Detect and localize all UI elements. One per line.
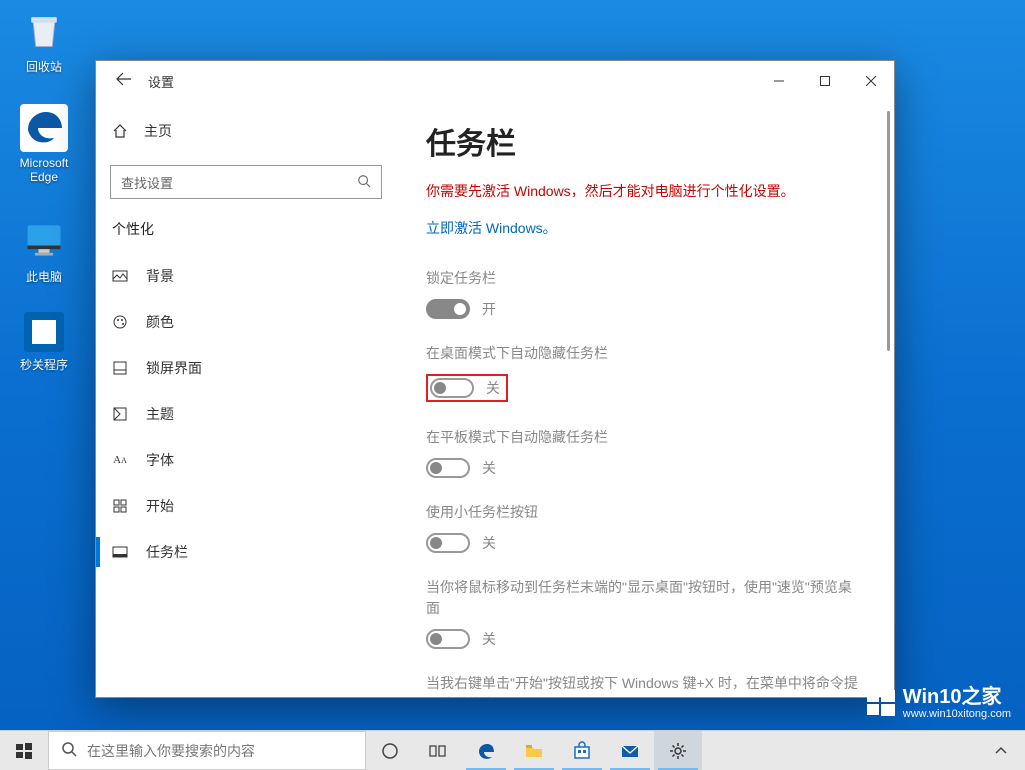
nav-label: 主题 — [146, 404, 174, 424]
toggle-state: 开 — [482, 299, 496, 319]
font-icon: AA — [112, 452, 128, 468]
search-icon — [61, 741, 77, 760]
start-button[interactable] — [0, 731, 48, 770]
desktop-icon-label: 秒关程序 — [6, 356, 82, 373]
nav-font[interactable]: AA 字体 — [96, 437, 396, 483]
cortana-button[interactable] — [366, 731, 414, 770]
setting-peek: 当你将鼠标移动到任务栏末端的"显示桌面"按钮时，使用"速览"预览桌面 关 — [426, 577, 864, 649]
palette-icon — [112, 314, 128, 330]
search-placeholder: 查找设置 — [121, 173, 173, 192]
nav-label: 颜色 — [146, 312, 174, 332]
start-icon — [112, 498, 128, 514]
nav-label: 任务栏 — [146, 542, 188, 562]
desktop-icon-label: 此电脑 — [6, 268, 82, 285]
sidebar: 主页 查找设置 个性化 背景 颜色 锁屏界面 — [96, 101, 396, 697]
setting-powershell: 当我右键单击"开始"按钮或按下 Windows 键+X 时，在菜单中将命令提示符… — [426, 673, 864, 697]
setting-label: 使用小任务栏按钮 — [426, 502, 864, 523]
toggle-lock-taskbar[interactable] — [426, 299, 470, 319]
back-button[interactable] — [108, 71, 140, 92]
close-button[interactable] — [848, 61, 894, 101]
taskbar-search-placeholder: 在这里输入你要搜索的内容 — [87, 741, 255, 761]
desktop-icon-label: 回收站 — [6, 58, 82, 75]
lockscreen-icon — [112, 360, 128, 376]
taskbar-app-explorer[interactable] — [510, 731, 558, 770]
nav-theme[interactable]: 主题 — [96, 391, 396, 437]
desktop-icon-edge[interactable]: Microsoft Edge — [6, 104, 82, 184]
nav-label: 字体 — [146, 450, 174, 470]
toggle-state: 关 — [482, 533, 496, 553]
search-icon — [357, 174, 371, 191]
toggle-autohide-desktop[interactable] — [430, 378, 474, 398]
maximize-button[interactable] — [802, 61, 848, 101]
toggle-state: 关 — [486, 378, 500, 398]
theme-icon — [112, 406, 128, 422]
toggle-autohide-tablet[interactable] — [426, 458, 470, 478]
window-title: 设置 — [140, 72, 174, 91]
recycle-bin-icon — [20, 6, 68, 54]
titlebar: 设置 — [96, 61, 894, 101]
setting-small-buttons: 使用小任务栏按钮 关 — [426, 502, 864, 553]
home-label: 主页 — [144, 121, 172, 141]
main-panel: 任务栏 你需要先激活 Windows，然后才能对电脑进行个性化设置。 立即激活 … — [396, 101, 894, 697]
taskbar-app-edge[interactable] — [462, 731, 510, 770]
toggle-peek[interactable] — [426, 629, 470, 649]
search-input[interactable]: 查找设置 — [110, 165, 382, 199]
setting-label: 锁定任务栏 — [426, 268, 864, 289]
setting-autohide-tablet: 在平板模式下自动隐藏任务栏 关 — [426, 427, 864, 478]
setting-label: 在桌面模式下自动隐藏任务栏 — [426, 343, 864, 364]
desktop: 回收站 Microsoft Edge 此电脑 秒关程序 设置 — [0, 0, 1025, 770]
watermark-suffix: 之家 — [962, 686, 1002, 708]
watermark-brand: Win10 — [903, 686, 962, 708]
highlight-annotation: 关 — [426, 374, 508, 402]
nav-lockscreen[interactable]: 锁屏界面 — [96, 345, 396, 391]
monitor-icon — [20, 216, 68, 264]
nav-color[interactable]: 颜色 — [96, 299, 396, 345]
setting-label: 当我右键单击"开始"按钮或按下 Windows 键+X 时，在菜单中将命令提示符… — [426, 673, 864, 697]
nav-label: 开始 — [146, 496, 174, 516]
nav-start[interactable]: 开始 — [96, 483, 396, 529]
nav-taskbar[interactable]: 任务栏 — [96, 529, 396, 575]
taskbar-app-mail[interactable] — [606, 731, 654, 770]
desktop-icon-recycle-bin[interactable]: 回收站 — [6, 6, 82, 75]
minimize-button[interactable] — [756, 61, 802, 101]
setting-label: 当你将鼠标移动到任务栏末端的"显示桌面"按钮时，使用"速览"预览桌面 — [426, 577, 864, 619]
toggle-state: 关 — [482, 458, 496, 478]
tray-chevron-up-icon[interactable] — [977, 731, 1025, 770]
windows-logo-icon — [865, 687, 897, 719]
desktop-icon-shutdown[interactable]: 秒关程序 — [6, 312, 82, 373]
watermark: Win10之家 www.win10xitong.com — [865, 686, 1011, 720]
picture-icon — [112, 268, 128, 284]
setting-lock-taskbar: 锁定任务栏 开 — [426, 268, 864, 319]
toggle-small-buttons[interactable] — [426, 533, 470, 553]
activation-warning: 你需要先激活 Windows，然后才能对电脑进行个性化设置。 — [426, 181, 864, 202]
taskbar-icon — [112, 544, 128, 560]
page-title: 任务栏 — [426, 119, 864, 163]
taskbar-search[interactable]: 在这里输入你要搜索的内容 — [48, 731, 366, 770]
taskbar-app-store[interactable] — [558, 731, 606, 770]
nav-label: 锁屏界面 — [146, 358, 202, 378]
home-icon — [112, 123, 128, 139]
toggle-state: 关 — [482, 629, 496, 649]
taskbar: 在这里输入你要搜索的内容 — [0, 730, 1025, 770]
watermark-url: www.win10xitong.com — [903, 708, 1011, 720]
shutdown-icon — [24, 312, 64, 352]
home-nav[interactable]: 主页 — [96, 111, 396, 151]
setting-label: 在平板模式下自动隐藏任务栏 — [426, 427, 864, 448]
desktop-icon-label: Microsoft Edge — [6, 156, 82, 184]
nav-background[interactable]: 背景 — [96, 253, 396, 299]
taskbar-app-settings[interactable] — [654, 731, 702, 770]
settings-window: 设置 主页 查找设置 个性化 背景 — [95, 60, 895, 698]
scrollbar[interactable] — [887, 111, 890, 351]
activation-link[interactable]: 立即激活 Windows。 — [426, 218, 864, 238]
category-header: 个性化 — [96, 215, 396, 253]
edge-icon — [20, 104, 68, 152]
nav-label: 背景 — [146, 266, 174, 286]
setting-autohide-desktop: 在桌面模式下自动隐藏任务栏 关 — [426, 343, 864, 403]
task-view-button[interactable] — [414, 731, 462, 770]
desktop-icon-this-pc[interactable]: 此电脑 — [6, 216, 82, 285]
